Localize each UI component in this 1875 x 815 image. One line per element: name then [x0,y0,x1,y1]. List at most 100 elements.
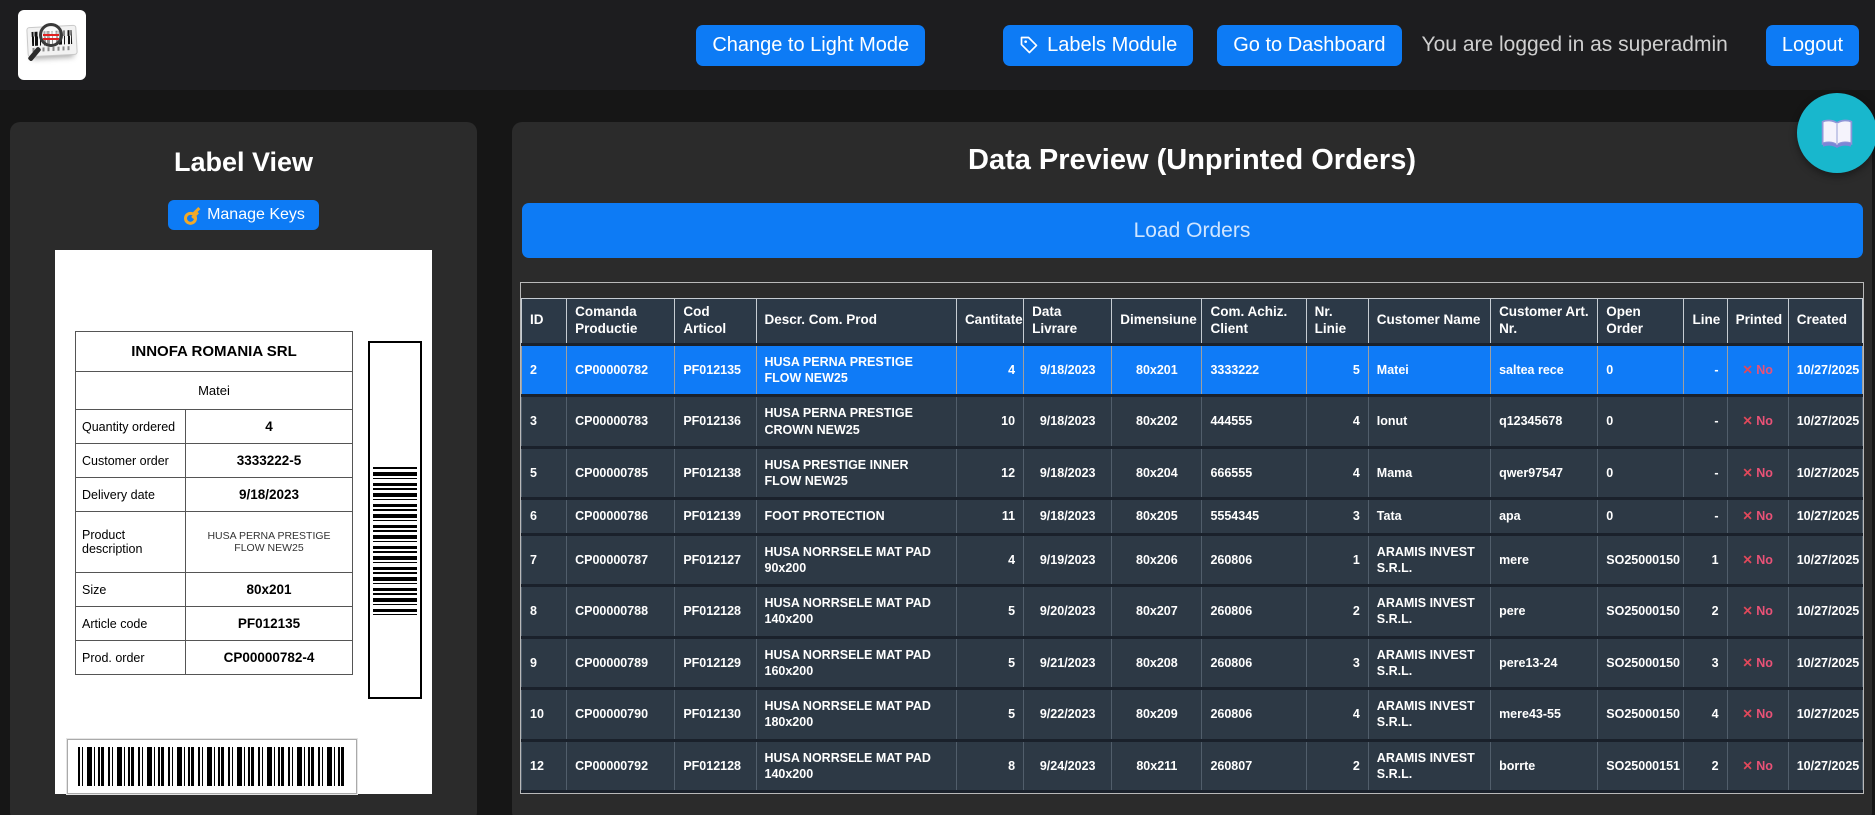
not-printed-x-icon: ✕ [1742,553,1752,567]
column-header: Created [1788,299,1862,345]
column-header: Cantitate [956,299,1023,345]
manage-keys-label: Manage Keys [207,206,305,224]
horizontal-barcode-bars [78,747,346,786]
field-value: 9/18/2023 [186,478,353,512]
table-cell: 4 [956,534,1023,586]
field-value: HUSA PERNA PRESTIGE FLOW NEW25 [186,512,353,573]
table-cell: 0 [1598,344,1684,396]
table-cell: CP00000790 [567,689,675,741]
table-row[interactable]: 12CP00000792PF012128HUSA NORRSELE MAT PA… [522,740,1863,792]
navbar: Change to Light Mode Labels Module Go to… [0,0,1875,90]
table-cell: pere [1491,586,1598,638]
table-cell: 260806 [1202,637,1306,689]
table-row[interactable]: 8CP00000788PF012128HUSA NORRSELE MAT PAD… [522,586,1863,638]
table-cell: 6 [522,499,567,534]
printed-cell: ✕ No [1727,740,1788,792]
table-cell: ARAMIS INVEST S.R.L. [1368,689,1490,741]
table-row[interactable]: 9CP00000789PF012129HUSA NORRSELE MAT PAD… [522,637,1863,689]
docs-fab-button[interactable] [1797,93,1875,173]
table-cell: Matei [1368,344,1490,396]
table-row[interactable]: 5CP00000785PF012138HUSA PRESTIGE INNER F… [522,447,1863,499]
logged-in-text: You are logged in as superadmin [1422,33,1728,57]
label-customer: Matei [76,372,353,410]
dashboard-button[interactable]: Go to Dashboard [1217,25,1401,66]
table-cell: - [1684,447,1727,499]
table-cell: 9/18/2023 [1024,344,1112,396]
table-cell: 2 [1306,740,1368,792]
logout-button[interactable]: Logout [1766,25,1859,66]
field-label: Customer order [76,444,186,478]
table-cell: CP00000783 [567,396,675,448]
table-cell: 9/24/2023 [1024,740,1112,792]
table-cell: 666555 [1202,447,1306,499]
table-cell: SO25000150 [1598,534,1684,586]
table-cell: 10/27/2025 [1788,637,1862,689]
label-field-row: Delivery date 9/18/2023 [76,478,353,512]
table-cell: 12 [522,740,567,792]
printed-status-text: No [1756,466,1773,480]
table-cell: 0 [1598,447,1684,499]
table-cell: PF012128 [675,740,756,792]
table-cell: PF012136 [675,396,756,448]
labels-module-button[interactable]: Labels Module [1003,25,1193,66]
magnifier-icon [39,23,63,47]
table-cell: PF012130 [675,689,756,741]
table-cell: 9/22/2023 [1024,689,1112,741]
table-cell: 5 [1306,344,1368,396]
theme-toggle-button[interactable]: Change to Light Mode [696,25,925,66]
label-field-row: Quantity ordered 4 [76,410,353,444]
app-logo [18,10,86,80]
table-cell: SO25000150 [1598,689,1684,741]
not-printed-x-icon: ✕ [1742,759,1752,773]
table-cell: 10/27/2025 [1788,740,1862,792]
table-cell: 10/27/2025 [1788,689,1862,741]
labels-module-label: Labels Module [1047,34,1177,57]
column-header: Comanda Productie [567,299,675,345]
table-cell: 10/27/2025 [1788,534,1862,586]
table-cell: 3 [1306,499,1368,534]
table-cell: Mama [1368,447,1490,499]
label-company-row: INNOFA ROMANIA SRL [76,332,353,372]
table-cell: ARAMIS INVEST S.R.L. [1368,586,1490,638]
load-orders-button[interactable]: Load Orders [522,203,1863,258]
printed-cell: ✕ No [1727,534,1788,586]
column-header: Customer Name [1368,299,1490,345]
table-cell: HUSA NORRSELE MAT PAD 180x200 [756,689,956,741]
table-cell: PF012135 [675,344,756,396]
label-field-row: Size 80x201 [76,573,353,607]
data-preview-title: Data Preview (Unprinted Orders) [512,144,1872,177]
table-cell: SO25000150 [1598,586,1684,638]
orders-table-head-row: IDComanda ProductieCod ArticolDescr. Com… [522,299,1863,345]
printed-cell: ✕ No [1727,637,1788,689]
printed-status-text: No [1756,759,1773,773]
table-cell: CP00000786 [567,499,675,534]
table-cell: CP00000785 [567,447,675,499]
table-cell: 10/27/2025 [1788,447,1862,499]
table-row[interactable]: 10CP00000790PF012130HUSA NORRSELE MAT PA… [522,689,1863,741]
table-cell: 80x205 [1112,499,1202,534]
table-cell: - [1684,396,1727,448]
table-row[interactable]: 7CP00000787PF012127HUSA NORRSELE MAT PAD… [522,534,1863,586]
table-row[interactable]: 6CP00000786PF012139FOOT PROTECTION119/18… [522,499,1863,534]
horizontal-barcode [67,739,357,794]
orders-table: IDComanda ProductieCod ArticolDescr. Com… [521,298,1863,793]
table-row[interactable]: 2CP00000782PF012135HUSA PERNA PRESTIGE F… [522,344,1863,396]
printed-status-text: No [1756,414,1773,428]
label-field-row: Article code PF012135 [76,607,353,641]
printed-cell: ✕ No [1727,689,1788,741]
column-header: Descr. Com. Prod [756,299,956,345]
table-row[interactable]: 3CP00000783PF012136HUSA PERNA PRESTIGE C… [522,396,1863,448]
table-cell: 444555 [1202,396,1306,448]
table-cell: CP00000787 [567,534,675,586]
not-printed-x-icon: ✕ [1742,707,1752,721]
printed-cell: ✕ No [1727,447,1788,499]
orders-table-container: IDComanda ProductieCod ArticolDescr. Com… [520,282,1864,794]
label-fields-table: INNOFA ROMANIA SRL Matei Quantity ordere… [75,331,353,675]
table-cell: 0 [1598,499,1684,534]
table-cell: SO25000150 [1598,637,1684,689]
table-cell: 260806 [1202,586,1306,638]
printed-cell: ✕ No [1727,499,1788,534]
field-value: CP00000782-4 [186,641,353,675]
manage-keys-button[interactable]: Manage Keys [168,200,319,230]
table-cell: 5 [956,637,1023,689]
